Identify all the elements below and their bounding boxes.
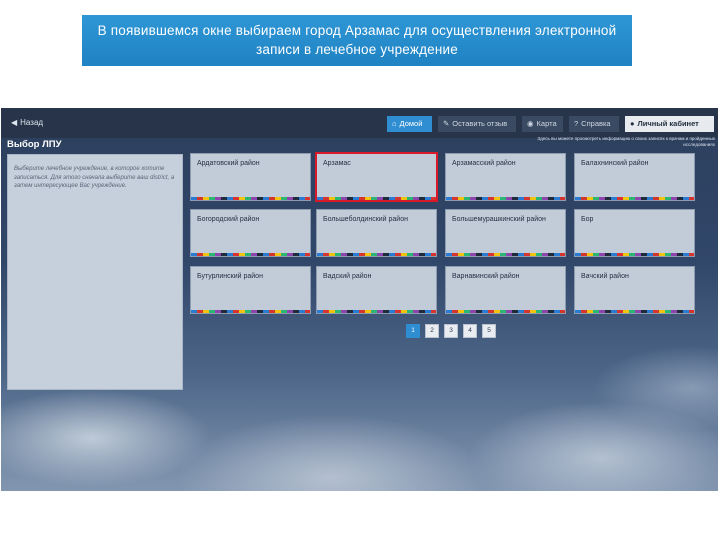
- tile-color-stripe: [575, 310, 694, 313]
- home-icon: ⌂: [392, 119, 397, 128]
- district-tile-label: Бор: [581, 216, 594, 223]
- tile-color-stripe: [575, 197, 694, 200]
- district-tile-label: Арзамасский район: [452, 160, 516, 167]
- district-tile[interactable]: Богородский район: [190, 209, 311, 257]
- tile-color-stripe: [446, 310, 565, 313]
- district-tile-label: Вадский район: [323, 273, 372, 280]
- page-button-4[interactable]: 4: [463, 324, 477, 338]
- cabinet-hint-note: Здесь вы можете просмотреть информацию о…: [537, 136, 715, 147]
- page-button-5[interactable]: 5: [482, 324, 496, 338]
- district-tile[interactable]: Большеболдинский район: [316, 209, 437, 257]
- tile-color-stripe: [191, 197, 310, 200]
- tile-color-stripe: [191, 253, 310, 256]
- top-navigation-bar: ◀ Назад ⌂ Домой ✎ Оставить отзыв ◉ Карта ? Сп…: [1, 108, 718, 138]
- district-tile-label: Арзамас: [323, 160, 351, 167]
- home-button[interactable]: ⌂ Домой: [387, 116, 432, 132]
- back-button-label: Назад: [20, 118, 44, 127]
- arrow-left-icon: ◀: [11, 118, 18, 127]
- district-tile-label: Большеболдинский район: [323, 216, 408, 223]
- district-tile-label: Богородский район: [197, 216, 260, 223]
- comment-icon: ✎: [443, 119, 450, 128]
- slide-caption: В появившемся окне выбираем город Арзама…: [82, 15, 632, 66]
- district-tile-label: Бутурлинский район: [197, 273, 263, 280]
- page-button-1[interactable]: 1: [406, 324, 420, 338]
- district-tile[interactable]: Ардатовский район: [190, 153, 311, 201]
- district-tile-label: Вачский район: [581, 273, 629, 280]
- district-tile[interactable]: Бор: [574, 209, 695, 257]
- instruction-text: Выберите лечебное учреждение, в которое …: [14, 166, 175, 189]
- page-button-2[interactable]: 2: [425, 324, 439, 338]
- personal-cabinet-button[interactable]: ● Личный кабинет: [625, 116, 714, 132]
- district-tile[interactable]: Арзамасский район: [445, 153, 566, 201]
- district-tile-label: Балахнинский район: [581, 160, 649, 167]
- district-tile-label: Большемурашкинский район: [452, 216, 546, 223]
- tile-color-stripe: [317, 253, 436, 256]
- tile-color-stripe: [446, 197, 565, 200]
- portal-screenshot: ◀ Назад ⌂ Домой ✎ Оставить отзыв ◉ Карта ? Сп…: [1, 108, 718, 491]
- district-tile[interactable]: Вачский район: [574, 266, 695, 314]
- feedback-button-label: Оставить отзыв: [452, 119, 508, 128]
- slide-caption-text: В появившемся окне выбираем город Арзама…: [97, 23, 617, 57]
- globe-icon: ◉: [527, 119, 534, 128]
- instruction-panel: Выберите лечебное учреждение, в которое …: [7, 154, 183, 390]
- user-icon: ●: [630, 119, 635, 128]
- district-tile-label: Варнавинский район: [452, 273, 520, 280]
- tile-color-stripe: [191, 310, 310, 313]
- district-tile[interactable]: Большемурашкинский район: [445, 209, 566, 257]
- tile-color-stripe: [317, 310, 436, 313]
- tile-color-stripe: [575, 253, 694, 256]
- district-tile[interactable]: Балахнинский район: [574, 153, 695, 201]
- district-tile[interactable]: Варнавинский район: [445, 266, 566, 314]
- tile-color-stripe: [446, 253, 565, 256]
- map-button[interactable]: ◉ Карта: [522, 116, 563, 132]
- question-icon: ?: [574, 119, 579, 128]
- page-title: Выбор ЛПУ: [7, 139, 62, 150]
- feedback-button[interactable]: ✎ Оставить отзыв: [438, 116, 516, 132]
- help-button[interactable]: ? Справка: [569, 116, 619, 132]
- district-tile[interactable]: Бутурлинский район: [190, 266, 311, 314]
- district-tile-label: Ардатовский район: [197, 160, 260, 167]
- district-tile[interactable]: Вадский район: [316, 266, 437, 314]
- help-button-label: Справка: [581, 119, 611, 128]
- personal-cabinet-label: Личный кабинет: [637, 119, 699, 128]
- page-button-3[interactable]: 3: [444, 324, 458, 338]
- home-button-label: Домой: [399, 119, 423, 128]
- tile-color-stripe: [317, 197, 436, 200]
- map-button-label: Карта: [536, 119, 557, 128]
- district-tile-selected[interactable]: Арзамас: [315, 152, 438, 202]
- back-button[interactable]: ◀ Назад: [5, 114, 49, 132]
